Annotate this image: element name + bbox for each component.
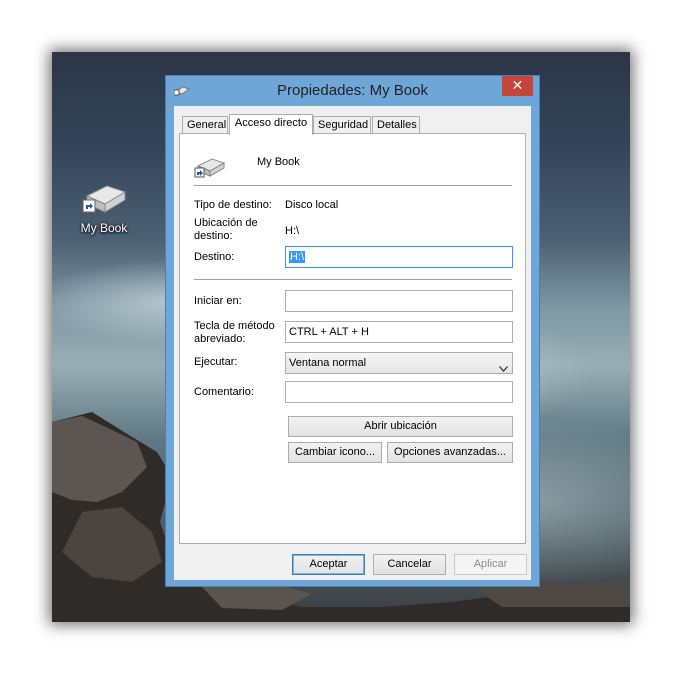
- tab-general[interactable]: General: [182, 116, 228, 134]
- run-select-value: Ventana normal: [289, 357, 367, 369]
- dialog-client-area: General Acceso directo Seguridad Detalle…: [174, 106, 531, 580]
- tab-seguridad[interactable]: Seguridad: [313, 116, 371, 134]
- hotkey-label-1: Tecla de método: [194, 320, 275, 332]
- run-label: Ejecutar:: [194, 356, 238, 368]
- start-in-input[interactable]: [285, 290, 513, 312]
- properties-window: Propiedades: My Book ✕ General Acceso di…: [165, 75, 540, 587]
- separator: [194, 185, 512, 186]
- separator: [194, 279, 512, 280]
- apply-button[interactable]: Aplicar: [454, 554, 527, 575]
- comment-input[interactable]: [285, 381, 513, 403]
- target-location-label-2: destino:: [194, 230, 233, 242]
- tab-acceso-directo[interactable]: Acceso directo: [229, 114, 313, 135]
- chevron-down-icon: [499, 359, 508, 372]
- target-input[interactable]: H:\: [285, 246, 513, 268]
- tab-detalles[interactable]: Detalles: [372, 116, 420, 134]
- target-label: Destino:: [194, 251, 235, 263]
- target-location-label-1: Ubicación de: [194, 217, 258, 229]
- comment-label: Comentario:: [194, 386, 254, 398]
- hotkey-label-2: abreviado:: [194, 333, 246, 345]
- close-icon: ✕: [511, 77, 524, 93]
- target-type-label: Tipo de destino:: [194, 199, 272, 211]
- open-location-button[interactable]: Abrir ubicación: [288, 416, 513, 437]
- shortcut-name: My Book: [257, 156, 300, 168]
- target-input-text: H:\: [289, 251, 306, 263]
- start-in-label: Iniciar en:: [194, 295, 242, 307]
- desktop-icon-label: My Book: [80, 221, 128, 235]
- ok-button[interactable]: Aceptar: [292, 554, 365, 575]
- change-icon-button[interactable]: Cambiar icono...: [288, 442, 382, 463]
- external-drive-icon: [81, 182, 127, 216]
- shortcut-drive-icon: [194, 156, 226, 178]
- title-bar[interactable]: Propiedades: My Book ✕: [166, 76, 539, 106]
- target-location-value: H:\: [285, 225, 300, 237]
- run-select[interactable]: Ventana normal: [285, 352, 513, 374]
- shortcut-tab-panel: My Book Tipo de destino: Disco local Ubi…: [179, 133, 526, 544]
- hotkey-input[interactable]: CTRL + ALT + H: [285, 321, 513, 343]
- cancel-button[interactable]: Cancelar: [373, 554, 446, 575]
- close-button[interactable]: ✕: [502, 76, 533, 96]
- advanced-options-button[interactable]: Opciones avanzadas...: [387, 442, 513, 463]
- desktop-icon-my-book[interactable]: My Book: [74, 182, 134, 235]
- window-title: Propiedades: My Book: [277, 82, 428, 99]
- target-type-value: Disco local: [285, 199, 339, 211]
